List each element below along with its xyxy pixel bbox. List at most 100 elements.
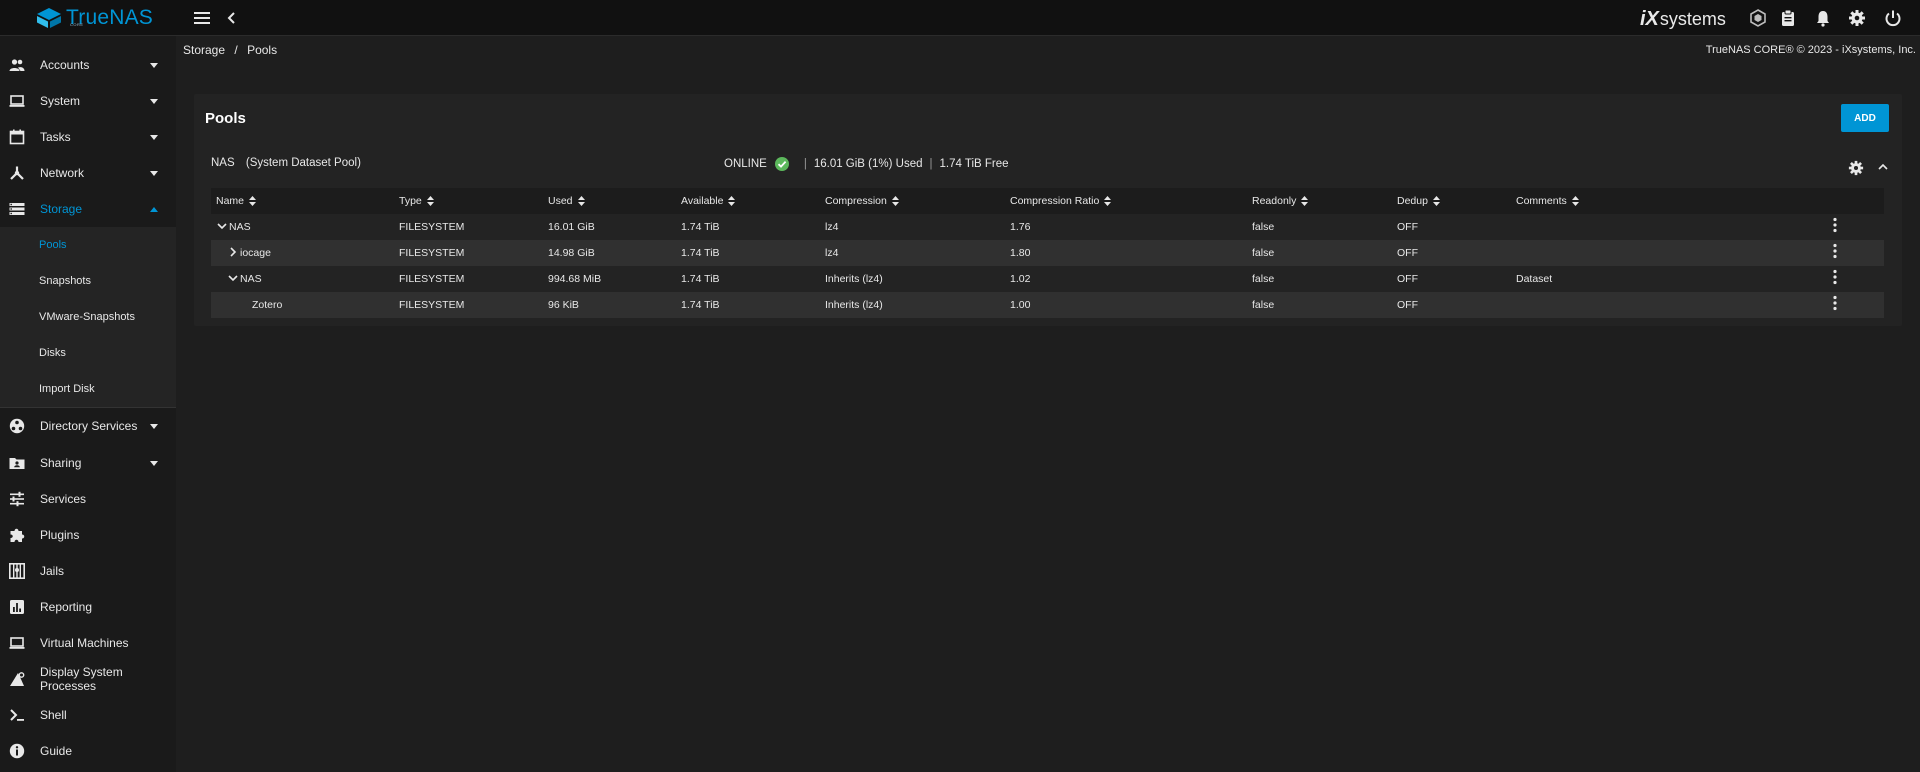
sidebar-item-label: Jails xyxy=(40,564,65,578)
sidebar-subitem-import-disk[interactable]: Import Disk xyxy=(0,371,176,407)
cell-compression-ratio: 1.00 xyxy=(1010,299,1031,311)
sidebar-item-network[interactable]: Network xyxy=(0,155,176,191)
sidebar-item-storage[interactable]: Storage xyxy=(0,191,176,227)
pool-used: 16.01 GiB (1%) Used xyxy=(813,158,923,170)
sidebar-item-label: Accounts xyxy=(40,58,90,72)
terminal-icon xyxy=(10,709,24,721)
cell-compression: lz4 xyxy=(825,221,839,233)
sidebar-item-label: Tasks xyxy=(40,130,71,144)
monitor-icon xyxy=(9,637,25,649)
add-pool-button[interactable]: ADD xyxy=(1841,104,1889,132)
power-icon[interactable] xyxy=(1884,9,1902,27)
more-vert-icon[interactable] xyxy=(1832,217,1838,233)
top-bar: TrueNAS CORE iX systems xyxy=(0,0,1920,36)
hamburger-menu-icon[interactable] xyxy=(192,9,212,27)
sidebar-subitem-vmware-snapshots[interactable]: VMware-Snapshots xyxy=(0,299,176,335)
copyright-text: TrueNAS CORE® © 2023 - iXsystems, Inc. xyxy=(1705,44,1916,56)
column-label: Compression Ratio xyxy=(1010,195,1100,207)
table-header-row: Name Type Used Available Compression Com… xyxy=(211,188,1884,214)
chevron-down-icon xyxy=(150,460,158,466)
sidebar-item-jails[interactable]: Jails xyxy=(0,553,176,589)
breadcrumb-pools: Pools xyxy=(247,43,278,57)
more-vert-icon[interactable] xyxy=(1832,269,1838,285)
ixsystems-logo[interactable]: iX systems xyxy=(1640,8,1726,30)
pool-name: NAS (System Dataset Pool) xyxy=(211,157,361,169)
datasets-table: Name Type Used Available Compression Com… xyxy=(211,188,1884,318)
cell-name: iocage xyxy=(240,247,271,259)
sidebar-subitem-pools[interactable]: Pools xyxy=(0,227,176,263)
page-title: Pools xyxy=(205,110,246,127)
sidebar-item-label: Shell xyxy=(40,708,67,722)
cell-readonly: false xyxy=(1252,299,1275,311)
cell-readonly: false xyxy=(1252,273,1275,285)
sidebar-item-services[interactable]: Services xyxy=(0,481,176,517)
column-label: Dedup xyxy=(1397,195,1428,207)
cell-used: 96 KiB xyxy=(548,299,579,311)
sidebar-item-accounts[interactable]: Accounts xyxy=(0,47,176,83)
sidebar-item-sharing[interactable]: Sharing xyxy=(0,445,176,481)
table-row[interactable]: NAS FILESYSTEM 994.68 MiB 1.74 TiB Inher… xyxy=(211,266,1884,292)
column-header-readonly[interactable]: Readonly xyxy=(1252,195,1309,207)
column-header-dedup[interactable]: Dedup xyxy=(1397,195,1440,207)
column-header-name[interactable]: Name xyxy=(216,195,257,207)
sidebar-item-dashboard-partial[interactable] xyxy=(0,36,176,44)
cell-readonly: false xyxy=(1252,247,1275,259)
sidebar-item-system[interactable]: System xyxy=(0,83,176,119)
sidebar-item-display-system-processes[interactable]: Display System Processes xyxy=(0,661,176,697)
truenas-logo[interactable]: TrueNAS xyxy=(36,6,153,30)
chevron-right-icon[interactable] xyxy=(228,247,238,257)
sidebar-item-directory-services[interactable]: Directory Services xyxy=(0,408,176,444)
sidebar-subitem-label: Disks xyxy=(39,347,66,359)
sidebar-item-label: Network xyxy=(40,166,85,180)
laptop-icon xyxy=(9,95,25,107)
cell-comments: Dataset xyxy=(1516,273,1553,285)
bell-icon[interactable] xyxy=(1814,9,1832,27)
column-header-comments[interactable]: Comments xyxy=(1516,195,1579,207)
cell-readonly: false xyxy=(1252,221,1275,233)
chevron-up-icon[interactable] xyxy=(1877,161,1889,173)
chevron-down-icon xyxy=(150,98,158,104)
column-label: Compression xyxy=(825,195,887,207)
sidebar-item-label: Display System Processes xyxy=(40,665,123,693)
sort-icon xyxy=(1571,196,1579,206)
cell-available: 1.74 TiB xyxy=(681,299,720,311)
chevron-left-icon[interactable] xyxy=(224,9,240,27)
more-vert-icon[interactable] xyxy=(1832,295,1838,311)
cell-used: 14.98 GiB xyxy=(548,247,595,259)
chevron-down-icon[interactable] xyxy=(228,273,238,283)
sidebar-item-plugins[interactable]: Plugins xyxy=(0,517,176,553)
column-label: Name xyxy=(216,195,245,207)
column-header-compression[interactable]: Compression xyxy=(825,195,899,207)
cell-used: 16.01 GiB xyxy=(548,221,595,233)
chevron-up-icon xyxy=(150,206,158,212)
truecommand-icon[interactable] xyxy=(1749,9,1767,27)
column-label: Available xyxy=(681,195,724,207)
sort-icon xyxy=(426,196,434,206)
sidebar-subitem-label: Pools xyxy=(39,239,67,251)
sort-icon xyxy=(1301,196,1309,206)
pool-settings-gear-icon[interactable] xyxy=(1848,160,1864,176)
sidebar-item-shell[interactable]: Shell xyxy=(0,697,176,733)
column-header-type[interactable]: Type xyxy=(399,195,434,207)
table-row[interactable]: iocage FILESYSTEM 14.98 GiB 1.74 TiB lz4… xyxy=(211,240,1884,266)
column-header-available[interactable]: Available xyxy=(681,195,736,207)
table-row[interactable]: Zotero FILESYSTEM 96 KiB 1.74 TiB Inheri… xyxy=(211,292,1884,318)
column-header-used[interactable]: Used xyxy=(548,195,585,207)
sidebar-subitem-label: VMware-Snapshots xyxy=(39,311,135,323)
sidebar-subitem-snapshots[interactable]: Snapshots xyxy=(0,263,176,299)
sidebar-item-virtual-machines[interactable]: Virtual Machines xyxy=(0,625,176,661)
sidebar-subitem-disks[interactable]: Disks xyxy=(0,335,176,371)
sidebar-subitem-label: Import Disk xyxy=(39,383,95,395)
gear-icon[interactable] xyxy=(1848,9,1866,27)
sidebar-item-reporting[interactable]: Reporting xyxy=(0,589,176,625)
sidebar-item-label: Storage xyxy=(40,202,83,216)
breadcrumb-storage[interactable]: Storage xyxy=(183,43,225,57)
sidebar-item-tasks[interactable]: Tasks xyxy=(0,119,176,155)
clipboard-icon[interactable] xyxy=(1779,9,1797,27)
chevron-down-icon[interactable] xyxy=(217,221,227,231)
more-vert-icon[interactable] xyxy=(1832,243,1838,259)
table-row[interactable]: NAS FILESYSTEM 16.01 GiB 1.74 TiB lz4 1.… xyxy=(211,214,1884,240)
column-label: Type xyxy=(399,195,422,207)
sidebar-item-guide[interactable]: Guide xyxy=(0,733,176,769)
column-header-compression-ratio[interactable]: Compression Ratio xyxy=(1010,195,1112,207)
